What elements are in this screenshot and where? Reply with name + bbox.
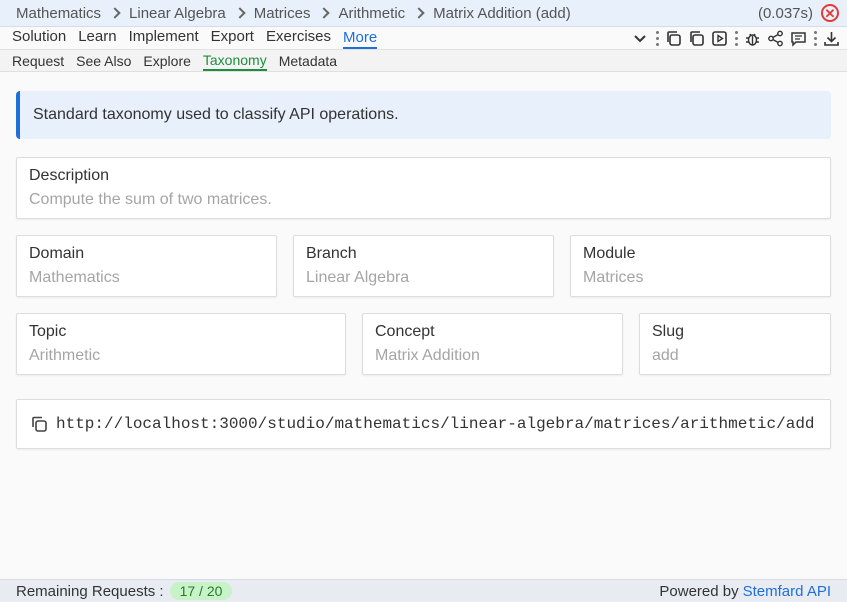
download-icon[interactable] (821, 28, 841, 48)
menu-item-solution[interactable]: Solution (12, 28, 66, 49)
breadcrumb-item-arithmetic[interactable]: Arithmetic (338, 5, 405, 22)
info-banner: Standard taxonomy used to classify API o… (16, 91, 831, 139)
chevron-down-icon[interactable] (630, 28, 650, 48)
remaining-requests: Remaining Requests : 17 / 20 (16, 582, 659, 600)
description-card: Description Compute the sum of two matri… (16, 157, 831, 219)
menu-item-implement[interactable]: Implement (129, 28, 199, 49)
close-icon[interactable]: ✕ (821, 4, 839, 22)
breadcrumb-item-current: Matrix Addition (add) (433, 4, 571, 22)
tab-metadata[interactable]: Metadata (279, 53, 337, 69)
module-label: Module (583, 245, 636, 262)
breadcrumb: Mathematics Linear Algebra Matrices Arit… (16, 5, 758, 22)
branch-card: Branch Linear Algebra (293, 235, 554, 297)
concept-label: Concept (375, 323, 435, 340)
breadcrumb-item-mathematics[interactable]: Mathematics (16, 5, 101, 22)
duplicate-icon[interactable] (686, 28, 706, 48)
topic-label: Topic (29, 323, 67, 340)
branch-label: Branch (306, 245, 357, 262)
chevron-right-icon (234, 7, 246, 19)
play-icon[interactable] (709, 28, 729, 48)
chevron-right-icon (413, 7, 425, 19)
response-time: (0.037s) (757, 4, 813, 22)
main-toolbar: Solution Learn Implement Export Exercise… (0, 27, 847, 50)
slug-value: add (652, 347, 679, 364)
chevron-right-icon (109, 7, 121, 19)
tab-explore[interactable]: Explore (143, 53, 190, 69)
comment-icon[interactable] (788, 28, 808, 48)
remaining-badge: 17 / 20 (169, 582, 233, 600)
kebab-icon[interactable] (733, 28, 739, 48)
remaining-label: Remaining Requests : (16, 582, 164, 600)
module-card: Module Matrices (570, 235, 831, 297)
chevron-right-icon (318, 7, 331, 19)
topic-card: Topic Arithmetic (16, 313, 346, 375)
brand-link[interactable]: Stemfard API (743, 583, 831, 600)
copy-icon[interactable] (30, 415, 48, 433)
topic-value: Arithmetic (29, 347, 101, 364)
breadcrumb-bar: Mathematics Linear Algebra Matrices Arit… (0, 0, 847, 27)
copy-icon[interactable] (663, 28, 683, 48)
info-text: Standard taxonomy used to classify API o… (33, 106, 399, 123)
slug-card: Slug add (639, 313, 831, 375)
status-footer: Remaining Requests : 17 / 20 Powered by … (0, 579, 847, 602)
powered-by-label: Powered by (659, 582, 739, 600)
module-value: Matrices (583, 269, 644, 286)
kebab-icon[interactable] (812, 28, 818, 48)
subtab-bar: Request See Also Explore Taxonomy Metada… (0, 50, 847, 72)
breadcrumb-item-linear-algebra[interactable]: Linear Algebra (129, 5, 226, 22)
kebab-icon[interactable] (654, 28, 660, 48)
menu-item-exercises[interactable]: Exercises (266, 28, 331, 49)
share-icon[interactable] (765, 28, 785, 48)
menu-item-export[interactable]: Export (211, 28, 254, 49)
description-label: Description (29, 167, 110, 184)
menu-item-more[interactable]: More (343, 28, 378, 49)
endpoint-url[interactable]: http://localhost:3000/studio/mathematics… (56, 415, 815, 433)
menu-item-learn[interactable]: Learn (78, 28, 116, 49)
concept-card: Concept Matrix Addition (362, 313, 623, 375)
tab-request[interactable]: Request (12, 53, 64, 69)
breadcrumb-item-matrices[interactable]: Matrices (254, 5, 311, 22)
tab-taxonomy[interactable]: Taxonomy (202, 51, 267, 71)
tab-see-also[interactable]: See Also (76, 53, 131, 69)
concept-value: Matrix Addition (375, 347, 480, 364)
domain-value: Mathematics (29, 269, 120, 286)
domain-label: Domain (29, 245, 85, 262)
url-card: http://localhost:3000/studio/mathematics… (16, 399, 831, 449)
main-menu: Solution Learn Implement Export Exercise… (12, 28, 627, 49)
domain-card: Domain Mathematics (16, 235, 277, 297)
slug-label: Slug (652, 323, 685, 340)
toolbar-icons (627, 28, 841, 48)
branch-value: Linear Algebra (306, 269, 410, 286)
description-value: Compute the sum of two matrices. (29, 191, 272, 208)
bug-icon[interactable] (742, 28, 762, 48)
